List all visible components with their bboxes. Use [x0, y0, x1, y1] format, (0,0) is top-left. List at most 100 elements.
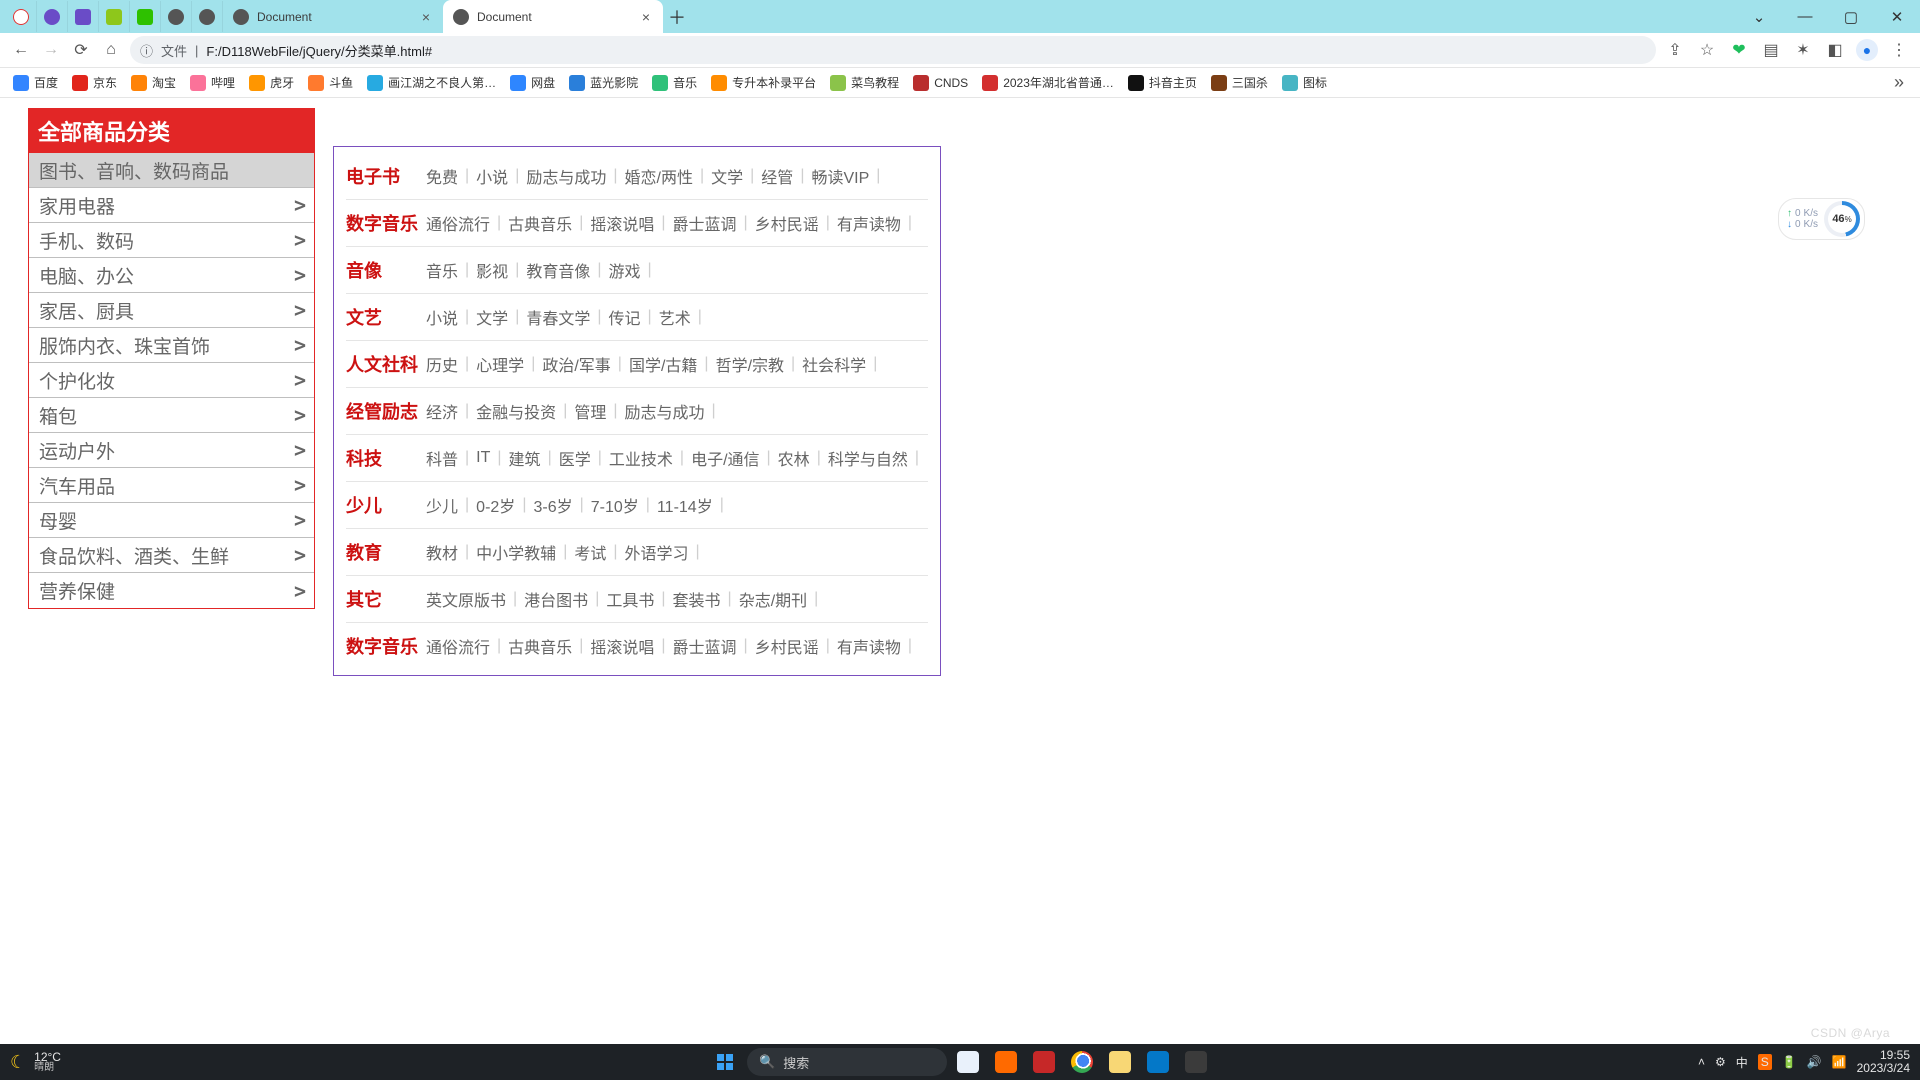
- taskbar-search[interactable]: 🔍搜索: [747, 1048, 947, 1076]
- flyout-link[interactable]: 小说: [476, 164, 508, 188]
- bookmark-item[interactable]: 虎牙: [244, 71, 299, 94]
- flyout-link[interactable]: 心理学: [476, 352, 524, 376]
- flyout-row-title[interactable]: 音像: [346, 257, 426, 283]
- bookmark-icon[interactable]: ☆: [1696, 39, 1718, 61]
- bookmark-item[interactable]: 2023年湖北省普通…: [977, 71, 1119, 94]
- flyout-link[interactable]: 少儿: [426, 493, 458, 517]
- start-button[interactable]: [707, 1044, 743, 1080]
- bookmark-item[interactable]: 图标: [1277, 71, 1332, 94]
- flyout-row-title[interactable]: 科技: [346, 445, 426, 471]
- flyout-link[interactable]: 游戏: [609, 258, 641, 282]
- flyout-link[interactable]: 艺术: [659, 305, 691, 329]
- flyout-row-title[interactable]: 文艺: [346, 304, 426, 330]
- tray-overflow-icon[interactable]: ˄: [1698, 1055, 1705, 1069]
- flyout-link[interactable]: 乡村民谣: [755, 211, 819, 235]
- flyout-link[interactable]: 港台图书: [524, 587, 588, 611]
- flyout-link[interactable]: 政治/军事: [542, 352, 610, 376]
- flyout-link[interactable]: 金融与投资: [476, 399, 556, 423]
- flyout-link[interactable]: 教育音像: [526, 258, 590, 282]
- bookmark-item[interactable]: 画江湖之不良人第…: [362, 71, 501, 94]
- flyout-link[interactable]: 经管: [761, 164, 793, 188]
- app-snipaste[interactable]: [1027, 1045, 1061, 1079]
- flyout-row-title[interactable]: 数字音乐: [346, 633, 426, 659]
- category-item[interactable]: 箱包>: [29, 398, 314, 433]
- flyout-link[interactable]: 爵士蓝调: [673, 211, 737, 235]
- battery-icon[interactable]: 🔋: [1782, 1055, 1797, 1069]
- maximize-button[interactable]: ▢: [1828, 0, 1874, 33]
- flyout-link[interactable]: 建筑: [509, 446, 541, 470]
- category-item[interactable]: 汽车用品>: [29, 468, 314, 503]
- flyout-link[interactable]: 科学与自然: [828, 446, 908, 470]
- puzzle-icon[interactable]: ✶: [1792, 39, 1814, 61]
- network-widget[interactable]: ↑0 K/s ↓0 K/s 46%: [1778, 198, 1865, 240]
- taskview-button[interactable]: [951, 1045, 985, 1079]
- ime-indicator[interactable]: 中: [1736, 1054, 1748, 1071]
- bookmark-item[interactable]: 京东: [67, 71, 122, 94]
- flyout-link[interactable]: 农林: [778, 446, 810, 470]
- category-item[interactable]: 个护化妆>: [29, 363, 314, 398]
- bookmark-item[interactable]: 哔哩: [185, 71, 240, 94]
- home-button[interactable]: ⌂: [100, 39, 122, 61]
- sidepanel-icon[interactable]: ◧: [1824, 39, 1846, 61]
- flyout-link[interactable]: 励志与成功: [526, 164, 606, 188]
- flyout-link[interactable]: 工业技术: [609, 446, 673, 470]
- extension-icon[interactable]: ▤: [1760, 39, 1782, 61]
- new-tab-button[interactable]: ＋: [663, 3, 691, 31]
- flyout-link[interactable]: 考试: [574, 540, 606, 564]
- app-sogou[interactable]: [989, 1045, 1023, 1079]
- close-icon[interactable]: ×: [639, 10, 653, 24]
- flyout-link[interactable]: 哲学/宗教: [716, 352, 784, 376]
- bookmark-item[interactable]: 菜鸟教程: [825, 71, 904, 94]
- flyout-link[interactable]: 教材: [426, 540, 458, 564]
- flyout-link[interactable]: 励志与成功: [625, 399, 705, 423]
- flyout-row-title[interactable]: 其它: [346, 586, 426, 612]
- pinned-tab-1[interactable]: [6, 1, 37, 32]
- category-item[interactable]: 图书、音响、数码商品: [29, 153, 314, 188]
- wifi-icon[interactable]: 📶: [1832, 1055, 1847, 1069]
- flyout-link[interactable]: 文学: [476, 305, 508, 329]
- flyout-link[interactable]: 乡村民谣: [755, 634, 819, 658]
- flyout-link[interactable]: 杂志/期刊: [739, 587, 807, 611]
- flyout-link[interactable]: 通俗流行: [426, 211, 490, 235]
- category-item[interactable]: 手机、数码>: [29, 223, 314, 258]
- bookmark-item[interactable]: 三国杀: [1206, 71, 1273, 94]
- flyout-link[interactable]: 摇滚说唱: [590, 634, 654, 658]
- flyout-link[interactable]: 古典音乐: [508, 211, 572, 235]
- flyout-link[interactable]: 小说: [426, 305, 458, 329]
- category-item[interactable]: 食品饮料、酒类、生鲜>: [29, 538, 314, 573]
- bookmark-item[interactable]: 网盘: [505, 71, 560, 94]
- tray-icon[interactable]: ⚙: [1715, 1055, 1726, 1069]
- flyout-link[interactable]: 文学: [711, 164, 743, 188]
- forward-button[interactable]: →: [40, 39, 62, 61]
- flyout-link[interactable]: 科普: [426, 446, 458, 470]
- flyout-link[interactable]: 7-10岁: [591, 493, 639, 517]
- minimize-button[interactable]: ―: [1782, 0, 1828, 33]
- pinned-tab-3[interactable]: [68, 1, 99, 32]
- flyout-link[interactable]: 影视: [476, 258, 508, 282]
- flyout-link[interactable]: 国学/古籍: [629, 352, 697, 376]
- flyout-link[interactable]: 11-14岁: [657, 493, 713, 517]
- flyout-row-title[interactable]: 数字音乐: [346, 210, 426, 236]
- flyout-row-title[interactable]: 教育: [346, 539, 426, 565]
- bookmark-item[interactable]: CNDS: [908, 72, 973, 94]
- pinned-tab-2[interactable]: [37, 1, 68, 32]
- flyout-link[interactable]: 摇滚说唱: [590, 211, 654, 235]
- flyout-link[interactable]: 外语学习: [625, 540, 689, 564]
- reload-button[interactable]: ⟳: [70, 39, 92, 61]
- flyout-link[interactable]: 中小学教辅: [476, 540, 556, 564]
- category-item[interactable]: 家居、厨具>: [29, 293, 314, 328]
- category-item[interactable]: 家用电器>: [29, 188, 314, 223]
- flyout-link[interactable]: 3-6岁: [533, 493, 572, 517]
- app-chrome[interactable]: [1065, 1045, 1099, 1079]
- app-explorer[interactable]: [1103, 1045, 1137, 1079]
- profile-avatar[interactable]: ●: [1856, 39, 1878, 61]
- bookmark-item[interactable]: 淘宝: [126, 71, 181, 94]
- flyout-link[interactable]: 有声读物: [837, 211, 901, 235]
- category-item[interactable]: 运动户外>: [29, 433, 314, 468]
- bookmark-item[interactable]: 抖音主页: [1123, 71, 1202, 94]
- flyout-row-title[interactable]: 少儿: [346, 492, 426, 518]
- category-item[interactable]: 营养保健>: [29, 573, 314, 608]
- tab-search-button[interactable]: ⌄: [1736, 0, 1782, 33]
- close-icon[interactable]: ×: [419, 10, 433, 24]
- flyout-link[interactable]: 传记: [609, 305, 641, 329]
